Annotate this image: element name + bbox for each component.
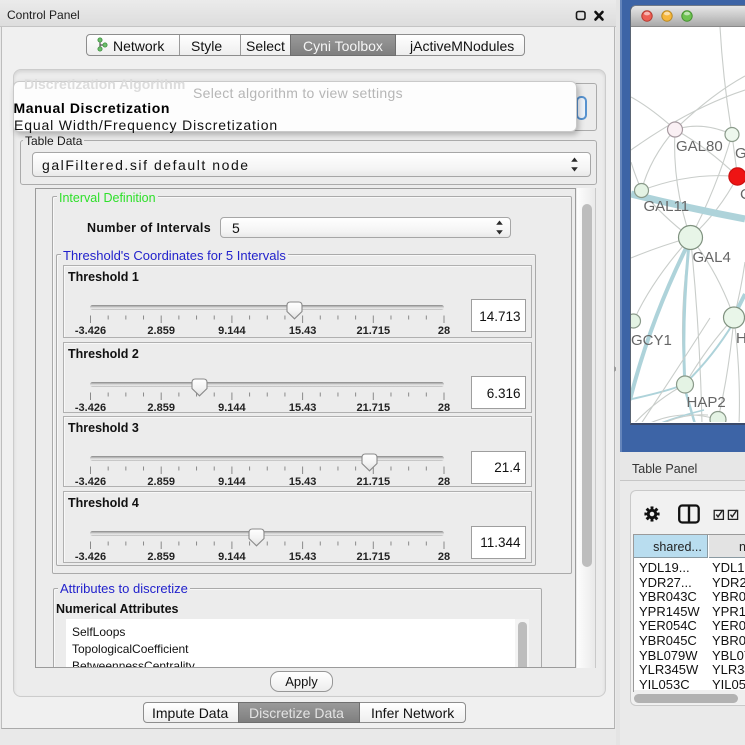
svg-text:GAL4: GAL4 (693, 249, 731, 266)
svg-text:GA: GA (735, 145, 745, 162)
svg-text:HAP2: HAP2 (687, 394, 726, 411)
svg-text:GAL80: GAL80 (676, 138, 723, 155)
svg-text:GCY1: GCY1 (631, 332, 672, 349)
svg-text:CY: CY (740, 186, 745, 203)
svg-text:HI: HI (736, 330, 745, 347)
svg-text:GAL11: GAL11 (644, 198, 690, 215)
